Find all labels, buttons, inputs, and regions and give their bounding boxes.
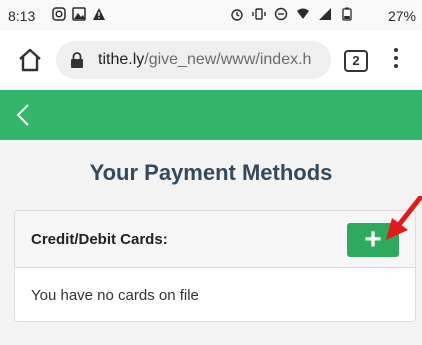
panel-title: Credit/Debit Cards:	[31, 231, 168, 248]
url-bar[interactable]: tithe.ly/give_new/www/index.h	[56, 41, 331, 79]
status-bar: 8:13 27%	[0, 0, 422, 30]
back-chevron-icon[interactable]	[12, 102, 36, 128]
panel-header: Credit/Debit Cards: +	[15, 211, 415, 268]
do-not-disturb-icon	[274, 7, 288, 21]
wifi-icon	[297, 8, 309, 19]
signal-icon	[319, 8, 331, 20]
gallery-icon	[72, 7, 86, 21]
url-text: tithe.ly/give_new/www/index.h	[98, 41, 311, 79]
url-path: /give_new/www/index.h	[144, 51, 312, 68]
status-right-icons	[230, 7, 354, 21]
status-time: 8:13	[8, 8, 36, 24]
red-arrow-annotation	[386, 196, 422, 240]
alarm-icon	[231, 9, 243, 21]
vibrate-icon	[252, 8, 266, 20]
url-host: tithe.ly	[98, 51, 145, 68]
battery-percent: 27%	[387, 8, 416, 24]
status-left-icons	[52, 7, 106, 21]
empty-cards-message: You have no cards on file	[31, 287, 199, 304]
app-header	[0, 90, 422, 140]
instagram-icon	[52, 7, 66, 21]
home-icon[interactable]	[16, 46, 44, 74]
warning-icon	[93, 8, 105, 20]
more-vert-icon[interactable]	[392, 48, 400, 72]
lock-icon	[71, 52, 83, 68]
credit-cards-panel: Credit/Debit Cards: + You have no cards …	[14, 210, 416, 322]
battery-icon	[342, 7, 352, 21]
page-title: Your Payment Methods	[89, 160, 333, 185]
browser-toolbar: tithe.ly/give_new/www/index.h 2	[0, 30, 422, 91]
tab-switcher-button[interactable]: 2	[344, 50, 368, 72]
